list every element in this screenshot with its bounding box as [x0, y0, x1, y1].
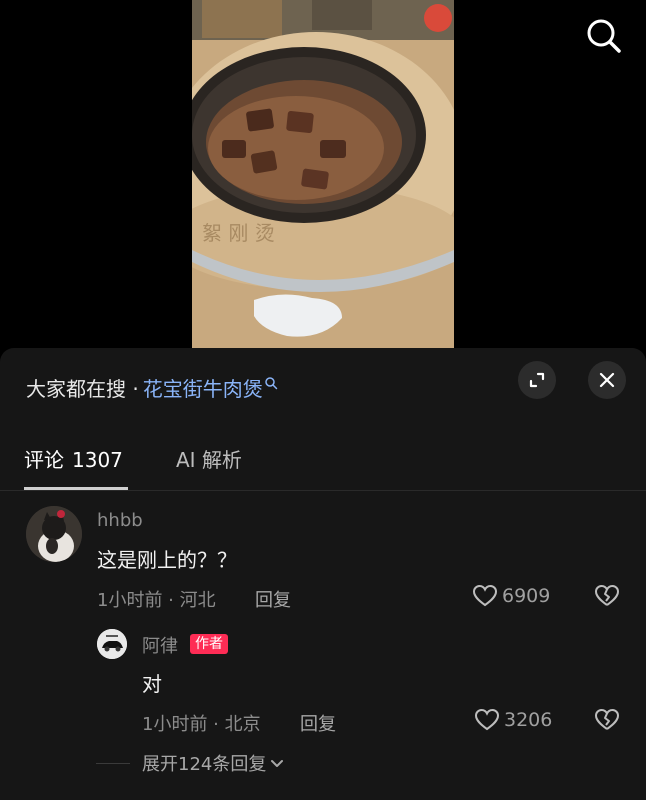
- active-tab-indicator: [24, 487, 128, 490]
- reply-button[interactable]: 回复: [300, 710, 336, 736]
- like-count: 6909: [502, 585, 551, 607]
- cat-avatar-image: [26, 506, 82, 562]
- dislike-button[interactable]: [594, 708, 620, 736]
- reply-text: 对: [142, 672, 162, 696]
- comment-meta: 1小时前 · 河北: [97, 590, 216, 611]
- expand-replies-button[interactable]: 展开124条回复: [96, 750, 285, 776]
- fullscreen-button[interactable]: [518, 361, 556, 399]
- tab-comments[interactable]: 评论 1307: [24, 444, 123, 473]
- trending-search-row[interactable]: 大家都在搜 · 花宝街牛肉煲: [26, 372, 278, 402]
- video-frame[interactable]: 絮 刚 烫: [192, 0, 454, 348]
- search-icon: [587, 19, 621, 53]
- like-button[interactable]: 6909: [472, 584, 550, 608]
- dislike-button[interactable]: [594, 584, 620, 612]
- tab-comments-count: 1307: [72, 448, 123, 472]
- tab-comments-label: 评论: [24, 448, 64, 472]
- tab-ai-analysis[interactable]: AI 解析: [176, 444, 242, 473]
- broken-heart-icon: [595, 585, 619, 606]
- broken-heart-icon: [595, 709, 619, 730]
- heart-icon: [472, 584, 498, 607]
- author-badge: 作者: [190, 634, 228, 654]
- comment-tabs: 评论 1307 AI 解析: [0, 438, 646, 491]
- reply-button[interactable]: 回复: [255, 586, 291, 612]
- chevron-down-icon: [271, 760, 284, 767]
- avatar[interactable]: [26, 506, 82, 562]
- expand-icon: [529, 372, 545, 388]
- comment-panel: 大家都在搜 · 花宝街牛肉煲 评论 1307 AI 解析 hhbb 这是刚上的？…: [0, 348, 646, 800]
- reply-meta: 1小时前 · 北京: [142, 714, 261, 735]
- video-player[interactable]: 絮 刚 烫: [0, 0, 646, 348]
- car-avatar-image: [97, 629, 127, 659]
- reply-avatar[interactable]: [97, 629, 127, 659]
- trending-search-term[interactable]: 花宝街牛肉煲: [143, 373, 263, 402]
- expand-divider: [96, 762, 130, 764]
- close-icon: [599, 372, 615, 388]
- heart-icon: [474, 708, 500, 731]
- close-button[interactable]: [588, 361, 626, 399]
- expand-replies-label: 展开124条回复: [142, 754, 267, 775]
- search-small-icon: [264, 377, 277, 390]
- svg-text:絮 刚 烫: 絮 刚 烫: [202, 221, 275, 245]
- comment-text: 这是刚上的？？: [97, 548, 237, 572]
- video-still-image: 絮 刚 烫: [192, 0, 454, 348]
- like-count: 3206: [504, 709, 553, 731]
- comment-username[interactable]: hhbb: [97, 510, 143, 531]
- like-button[interactable]: 3206: [474, 708, 552, 732]
- search-button[interactable]: [582, 14, 626, 58]
- reply-username[interactable]: 阿律: [142, 632, 178, 658]
- trending-search-prefix: 大家都在搜 ·: [26, 376, 139, 401]
